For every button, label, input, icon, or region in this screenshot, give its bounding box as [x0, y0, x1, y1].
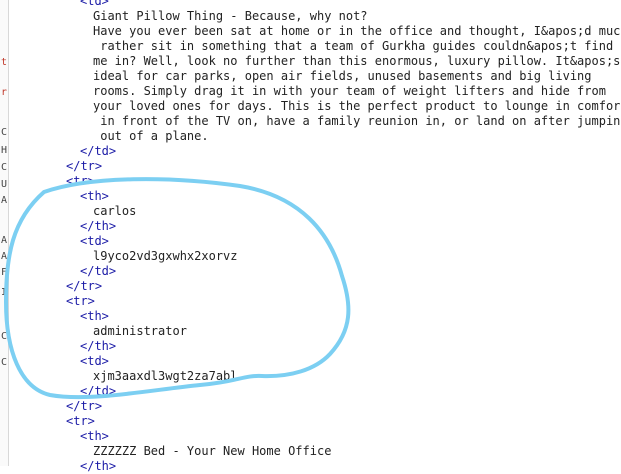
source-text-line: rooms. Simply drag it in with your team … — [93, 84, 606, 98]
left-pane-edge — [0, 0, 9, 466]
left-pane-char: t — [1, 57, 8, 68]
left-pane-char: C — [1, 357, 8, 368]
source-text-line: out of a plane. — [93, 129, 209, 143]
source-tag-line: <th> — [80, 189, 109, 203]
left-pane-char: C — [1, 331, 8, 342]
source-text-line: in front of the TV on, have a family reu… — [93, 114, 621, 128]
left-pane-char: F — [1, 267, 8, 278]
left-pane-char: U — [1, 179, 8, 190]
left-pane-char: H — [1, 145, 8, 156]
left-pane-char: C — [1, 127, 8, 138]
left-pane-char: C — [1, 162, 8, 173]
source-tag-line: </td> — [80, 264, 117, 278]
source-tag-line: <th> — [80, 429, 109, 443]
source-tag-line: <td> — [80, 354, 109, 368]
source-tag-line: </th> — [80, 219, 117, 233]
source-tag-line: <tr> — [66, 174, 95, 188]
source-text-line: me in? Well, look no further than this e… — [93, 54, 621, 68]
left-pane-char: I — [1, 287, 8, 298]
source-tag-line: <td> — [80, 0, 109, 8]
source-text-line: rather sit in something that a team of G… — [93, 39, 614, 53]
source-tag-line: </th> — [80, 339, 117, 353]
source-tag-line: <th> — [80, 309, 109, 323]
source-tag-line: </th> — [80, 459, 117, 473]
left-pane-char: r — [1, 87, 8, 98]
source-tag-line: </td> — [80, 384, 117, 398]
source-text-line: l9yco2vd3gxwhx2xorvz — [93, 249, 238, 263]
source-tag-line: </td> — [80, 144, 117, 158]
source-tag-line: </tr> — [66, 279, 103, 293]
source-text-line: ZZZZZZ Bed - Your New Home Office — [93, 444, 332, 458]
source-text-line: Giant Pillow Thing - Because, why not? — [93, 9, 368, 23]
source-text-line: your loved ones for days. This is the pe… — [93, 99, 621, 113]
source-text-line: carlos — [93, 204, 137, 218]
left-pane-char: A — [1, 195, 8, 206]
source-tag-line: <tr> — [66, 294, 95, 308]
left-pane-char: A — [1, 251, 8, 262]
source-text-line: ideal for car parks, open air fields, un… — [93, 69, 592, 83]
source-tag-line: <td> — [80, 234, 109, 248]
source-text-line: administrator — [93, 324, 187, 338]
left-pane-char: A — [1, 235, 8, 246]
source-tag-line: </tr> — [66, 159, 103, 173]
source-text-line: xjm3aaxdl3wgt2za7abl — [93, 369, 238, 383]
source-text-line: Have you ever been sat at home or in the… — [93, 24, 621, 38]
source-tag-line: </tr> — [66, 399, 103, 413]
source-tag-line: <tr> — [66, 414, 95, 428]
